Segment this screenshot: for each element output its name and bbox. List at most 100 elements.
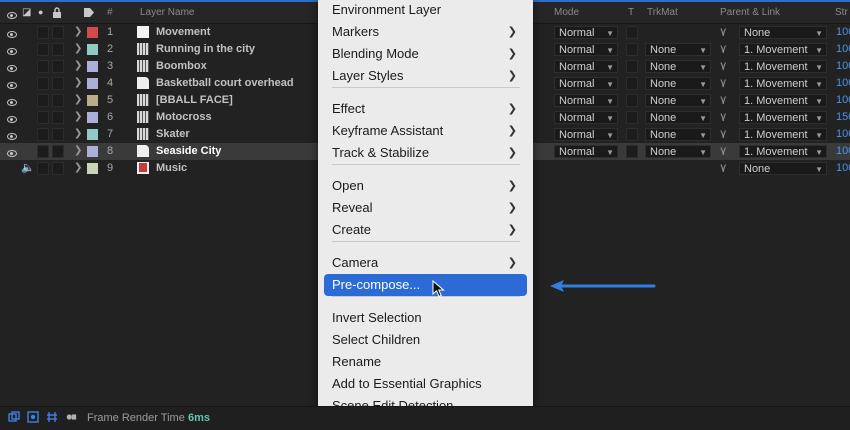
- label-color-swatch[interactable]: [87, 61, 98, 72]
- lock-switch[interactable]: [52, 26, 64, 39]
- blend-mode-dropdown[interactable]: Normal ▼: [554, 111, 618, 124]
- solo-switch[interactable]: [37, 145, 49, 158]
- column-mode-header[interactable]: Mode: [554, 7, 579, 18]
- stretch-value[interactable]: 100: [836, 160, 850, 177]
- in-out-duration-icon[interactable]: [46, 411, 58, 423]
- menu-item-environment-layer[interactable]: Environment Layer: [324, 0, 527, 21]
- menu-item-rename[interactable]: Rename: [324, 351, 527, 373]
- visibility-eye-icon[interactable]: [7, 114, 17, 126]
- lock-switch[interactable]: [52, 162, 64, 175]
- chevron-right-icon[interactable]: ❯: [74, 26, 82, 37]
- menu-item-track-stabilize[interactable]: Track & Stabilize ❯: [324, 142, 527, 164]
- solo-switch[interactable]: [37, 94, 49, 107]
- lock-switch[interactable]: [52, 128, 64, 141]
- chevron-right-icon[interactable]: ❯: [74, 145, 82, 156]
- chevron-right-icon[interactable]: ❯: [74, 43, 82, 54]
- visibility-eye-icon[interactable]: [7, 29, 17, 41]
- visibility-eye-icon[interactable]: [7, 63, 17, 75]
- chevron-right-icon[interactable]: ❯: [74, 128, 82, 139]
- visibility-eye-icon[interactable]: [7, 46, 17, 58]
- parent-pick-whip-icon[interactable]: ٧: [720, 42, 726, 56]
- blend-mode-dropdown[interactable]: Normal ▼: [554, 145, 618, 158]
- track-matte-dropdown[interactable]: None ▼: [645, 111, 711, 124]
- parent-link-dropdown[interactable]: None ▼: [739, 26, 827, 39]
- lock-switch[interactable]: [52, 43, 64, 56]
- parent-link-dropdown[interactable]: 1. Movement ▼: [739, 60, 827, 73]
- lock-header-icon[interactable]: [52, 7, 62, 21]
- track-matte-dropdown[interactable]: None ▼: [645, 77, 711, 90]
- solo-switch[interactable]: [37, 77, 49, 90]
- menu-item-effect[interactable]: Effect ❯: [324, 98, 527, 120]
- menu-item-blending-mode[interactable]: Blending Mode ❯: [324, 43, 527, 65]
- track-matte-dropdown[interactable]: None ▼: [645, 128, 711, 141]
- blend-mode-dropdown[interactable]: Normal ▼: [554, 77, 618, 90]
- label-color-swatch[interactable]: [87, 112, 98, 123]
- label-color-swatch[interactable]: [87, 95, 98, 106]
- layer-name[interactable]: Running in the city: [156, 41, 255, 58]
- lock-switch[interactable]: [52, 111, 64, 124]
- parent-pick-whip-icon[interactable]: ٧: [720, 93, 726, 107]
- parent-pick-whip-icon[interactable]: ٧: [720, 25, 726, 39]
- track-matte-dropdown[interactable]: None ▼: [645, 60, 711, 73]
- column-trkmat-header[interactable]: TrkMat: [647, 7, 678, 18]
- parent-pick-whip-icon[interactable]: ٧: [720, 127, 726, 141]
- layer-name[interactable]: Basketball court overhead: [156, 75, 294, 92]
- menu-item-markers[interactable]: Markers ❯: [324, 21, 527, 43]
- lock-switch[interactable]: [52, 60, 64, 73]
- chevron-right-icon[interactable]: ❯: [74, 162, 82, 173]
- blend-mode-dropdown[interactable]: Normal ▼: [554, 60, 618, 73]
- solo-switch[interactable]: [37, 111, 49, 124]
- parent-link-dropdown[interactable]: 1. Movement ▼: [739, 111, 827, 124]
- track-matte-dropdown[interactable]: None ▼: [645, 145, 711, 158]
- label-tag-header-icon[interactable]: [83, 7, 95, 21]
- preserve-transparency-switch[interactable]: [626, 77, 638, 90]
- stretch-value[interactable]: 100: [836, 24, 850, 41]
- stretch-value[interactable]: 100: [836, 75, 850, 92]
- visibility-eye-icon[interactable]: [7, 131, 17, 143]
- audio-speaker-icon[interactable]: 🔈: [21, 161, 35, 174]
- preserve-transparency-switch[interactable]: [626, 60, 638, 73]
- menu-item-invert-selection[interactable]: Invert Selection: [324, 307, 527, 329]
- menu-item-create[interactable]: Create ❯: [324, 219, 527, 241]
- layer-name[interactable]: Seaside City: [156, 143, 221, 160]
- parent-link-dropdown[interactable]: 1. Movement ▼: [739, 145, 827, 158]
- parent-pick-whip-icon[interactable]: ٧: [720, 161, 726, 175]
- chevron-right-icon[interactable]: ❯: [74, 77, 82, 88]
- preserve-transparency-switch[interactable]: [626, 26, 638, 39]
- label-color-swatch[interactable]: [87, 44, 98, 55]
- parent-pick-whip-icon[interactable]: ٧: [720, 59, 726, 73]
- render-time-icon[interactable]: [65, 411, 77, 423]
- preserve-transparency-switch[interactable]: [626, 128, 638, 141]
- chevron-right-icon[interactable]: ❯: [74, 94, 82, 105]
- audio-toggle-header-icon[interactable]: ◪: [22, 7, 31, 18]
- menu-item-add-to-essential-graphics[interactable]: Add to Essential Graphics: [324, 373, 527, 395]
- preserve-transparency-switch[interactable]: [626, 94, 638, 107]
- stretch-value[interactable]: 100: [836, 58, 850, 75]
- preserve-transparency-switch[interactable]: [626, 43, 638, 56]
- stretch-value[interactable]: 150: [836, 109, 850, 126]
- layer-name[interactable]: Music: [156, 160, 187, 177]
- parent-pick-whip-icon[interactable]: ٧: [720, 144, 726, 158]
- solo-switch[interactable]: [37, 162, 49, 175]
- label-color-swatch[interactable]: [87, 163, 98, 174]
- blend-mode-dropdown[interactable]: Normal ▼: [554, 94, 618, 107]
- label-color-swatch[interactable]: [87, 146, 98, 157]
- solo-switch[interactable]: [37, 26, 49, 39]
- visibility-eye-icon[interactable]: [7, 80, 17, 92]
- label-color-swatch[interactable]: [87, 129, 98, 140]
- menu-item-camera[interactable]: Camera ❯: [324, 252, 527, 274]
- solo-switch[interactable]: [37, 128, 49, 141]
- stretch-value[interactable]: 100: [836, 41, 850, 58]
- parent-link-dropdown[interactable]: 1. Movement ▼: [739, 128, 827, 141]
- stretch-value[interactable]: 100: [836, 143, 850, 160]
- solo-switch[interactable]: [37, 60, 49, 73]
- column-layer-name-header[interactable]: Layer Name: [140, 7, 194, 18]
- blend-mode-dropdown[interactable]: Normal ▼: [554, 128, 618, 141]
- solo-switch[interactable]: [37, 43, 49, 56]
- layer-name[interactable]: Movement: [156, 24, 210, 41]
- layer-switches-icon[interactable]: [8, 411, 20, 423]
- track-matte-dropdown[interactable]: None ▼: [645, 43, 711, 56]
- parent-link-dropdown[interactable]: None ▼: [739, 162, 827, 175]
- visibility-eye-icon[interactable]: [7, 148, 17, 160]
- layer-name[interactable]: Boombox: [156, 58, 207, 75]
